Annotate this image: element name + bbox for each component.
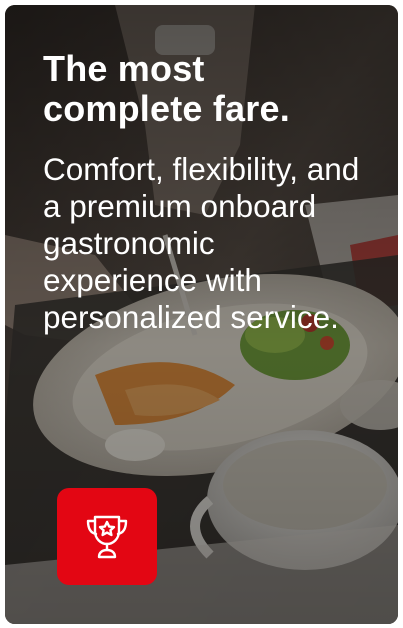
fare-badge xyxy=(57,488,157,585)
trophy-star-icon xyxy=(81,511,133,563)
fare-card: The most complete fare. Comfort, flexibi… xyxy=(5,5,398,624)
fare-title: The most complete fare. xyxy=(43,48,290,129)
fare-description: Comfort, flexibility, and a premium onbo… xyxy=(43,151,360,335)
